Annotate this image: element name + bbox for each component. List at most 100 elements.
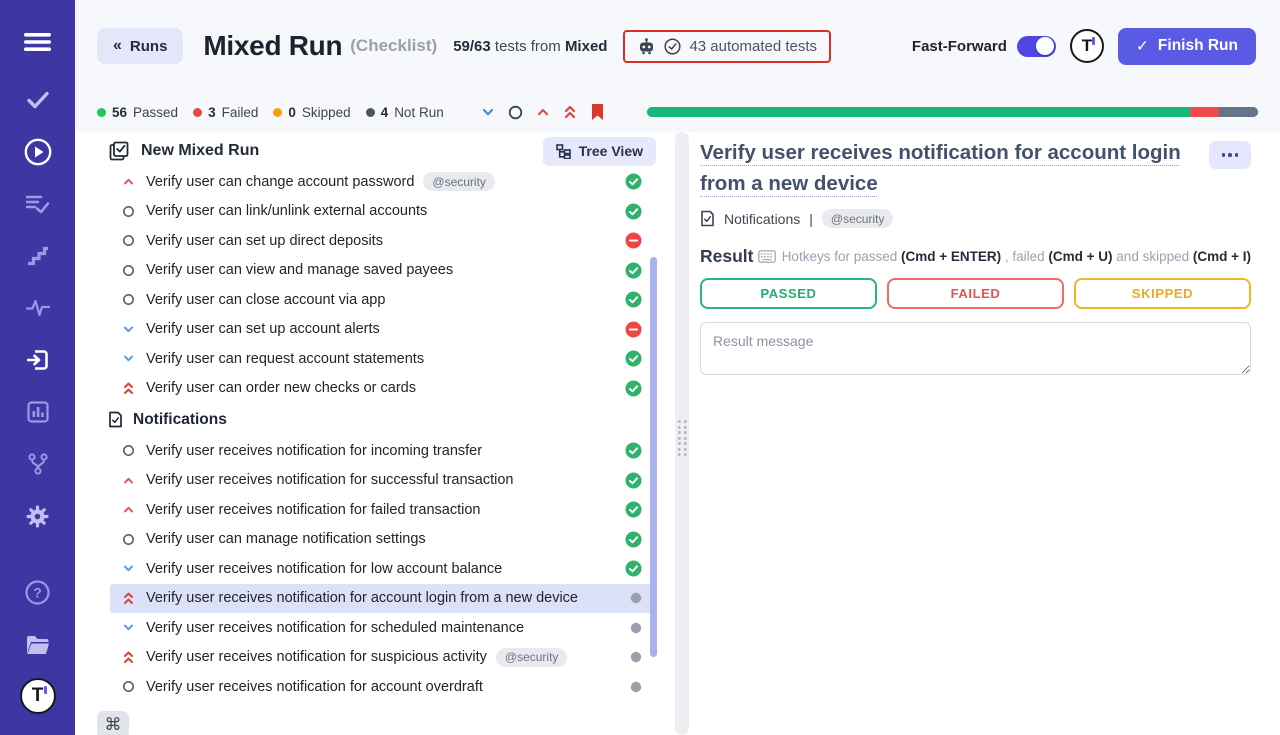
progress-not-run-segment [1219,107,1258,117]
priority-normal-icon [122,205,135,218]
status-passed-icon [625,531,642,548]
list-item[interactable]: Verify user can change account password @… [110,170,654,197]
priority-low-icon [122,352,135,365]
test-item-title: Verify user receives notification for lo… [146,561,502,577]
gear-icon[interactable] [0,490,75,542]
fast-forward-toggle[interactable] [1017,36,1056,57]
chevron-down-icon[interactable] [481,105,495,119]
status-passed-icon [625,472,642,489]
panel-splitter [670,132,694,735]
back-to-runs-button[interactable]: « Runs [97,28,183,64]
list-scrollbar[interactable] [650,257,657,657]
passed-count: 56 [112,105,127,120]
run-title-group: New Mixed Run [109,141,259,161]
section-row[interactable]: Notifications [108,403,670,436]
run-title: New Mixed Run [141,142,259,160]
list-item[interactable]: Verify user receives notification for ac… [110,584,654,614]
splitter-grip[interactable] [678,420,687,456]
list-item[interactable]: Verify user receives notification for fa… [110,495,654,525]
test-meta: Notifications | @security [700,209,1251,228]
list-item[interactable]: Verify user receives notification for lo… [110,554,654,584]
list-item[interactable]: Verify user receives notification for su… [110,466,654,496]
test-item-title: Verify user receives notification for ac… [146,679,483,695]
skipped-button[interactable]: SKIPPED [1074,278,1251,309]
priority-normal-icon [122,533,135,546]
page-title: Mixed Run [203,30,342,62]
double-chevron-up-icon[interactable] [563,104,577,120]
finish-run-button[interactable]: ✓ Finish Run [1118,28,1256,65]
list-item[interactable]: Verify user receives notification for in… [110,436,654,466]
priority-filter-icons [481,103,605,121]
ellipsis-icon [1222,153,1226,157]
activity-icon[interactable] [0,282,75,334]
svg-text:?: ? [33,584,42,600]
list-item[interactable]: Verify user can link/unlink external acc… [110,197,654,227]
list-item[interactable]: Verify user can set up account alerts [110,315,654,345]
passed-button[interactable]: PASSED [700,278,877,309]
folder-icon[interactable] [0,618,75,670]
not-run-dot-icon [366,108,375,117]
status-passed-icon [625,501,642,518]
branch-icon[interactable] [0,438,75,490]
priority-normal-icon [122,680,135,693]
menu-icon[interactable] [0,16,75,68]
list-item[interactable]: Verify user receives notification for ac… [110,672,654,702]
test-item-title: Verify user can manage notification sett… [146,531,426,547]
document-icon [700,210,715,227]
list-item[interactable]: Verify user can close account via app [110,285,654,315]
keyboard-icon [758,250,776,263]
list-item[interactable]: Verify user can view and manage saved pa… [110,256,654,286]
steps-icon[interactable] [0,230,75,282]
hotkey-part: (Cmd + ENTER) [901,249,1001,264]
brand-logo-button[interactable]: T [1070,29,1104,63]
failed-button[interactable]: FAILED [887,278,1064,309]
run-progress-bar [647,107,1258,117]
test-item-title: Verify user can change account password [146,174,414,190]
report-icon[interactable] [0,386,75,438]
test-item-title: Verify user receives notification for sc… [146,620,524,636]
chevron-up-icon[interactable] [536,105,550,119]
automated-tests-badge: 43 automated tests [623,30,831,63]
priority-normal-icon [122,444,135,457]
suite-name[interactable]: Notifications [724,211,800,227]
list-check-icon[interactable] [0,178,75,230]
failed-label: Failed [222,105,259,120]
help-icon[interactable]: ? [0,566,75,618]
test-item-title: Verify user can request account statemen… [146,351,424,367]
tests-from-label: tests from [495,38,561,55]
test-title[interactable]: Verify user receives notification for ac… [700,137,1205,199]
priority-high-icon [122,503,135,516]
result-message-input[interactable] [700,322,1251,375]
check-icon[interactable] [0,74,75,126]
status-passed-icon [625,350,642,367]
command-palette-button[interactable]: ⌘ [97,711,129,735]
section-title: Notifications [133,411,227,429]
skipped-dot-icon [273,108,282,117]
list-item[interactable]: Verify user can request account statemen… [110,344,654,374]
test-item-title: Verify user receives notification for ac… [146,590,578,606]
bookmark-icon[interactable] [590,103,605,121]
passed-label: Passed [133,105,178,120]
list-item[interactable]: Verify user can manage notification sett… [110,525,654,555]
status-passed-icon [625,560,642,577]
test-item-title: Verify user can view and manage saved pa… [146,262,453,278]
toggle-knob [1036,37,1054,55]
test-item-title: Verify user receives notification for fa… [146,502,480,518]
logo[interactable]: T [0,670,75,722]
stat-skipped: 0Skipped [273,105,350,120]
import-icon[interactable] [0,334,75,386]
fast-forward-label: Fast-Forward [912,38,1007,55]
progress-passed-segment [647,107,1190,117]
list-item[interactable]: Verify user can order new checks or card… [110,374,654,404]
list-item[interactable]: Verify user receives notification for sc… [110,613,654,643]
play-circle-icon[interactable] [0,126,75,178]
circle-icon[interactable] [508,105,523,120]
result-section-header: Result Hotkeys for passed (Cmd + ENTER) … [700,246,1251,267]
list-item[interactable]: Verify user receives notification for su… [110,643,654,673]
list-item[interactable]: Verify user can set up direct deposits [110,226,654,256]
more-options-button[interactable] [1209,141,1251,169]
test-item-title: Verify user receives notification for su… [146,472,514,488]
tag-pill: @security [423,172,495,191]
tree-view-button[interactable]: Tree View [543,137,656,166]
meta-separator: | [809,211,813,227]
